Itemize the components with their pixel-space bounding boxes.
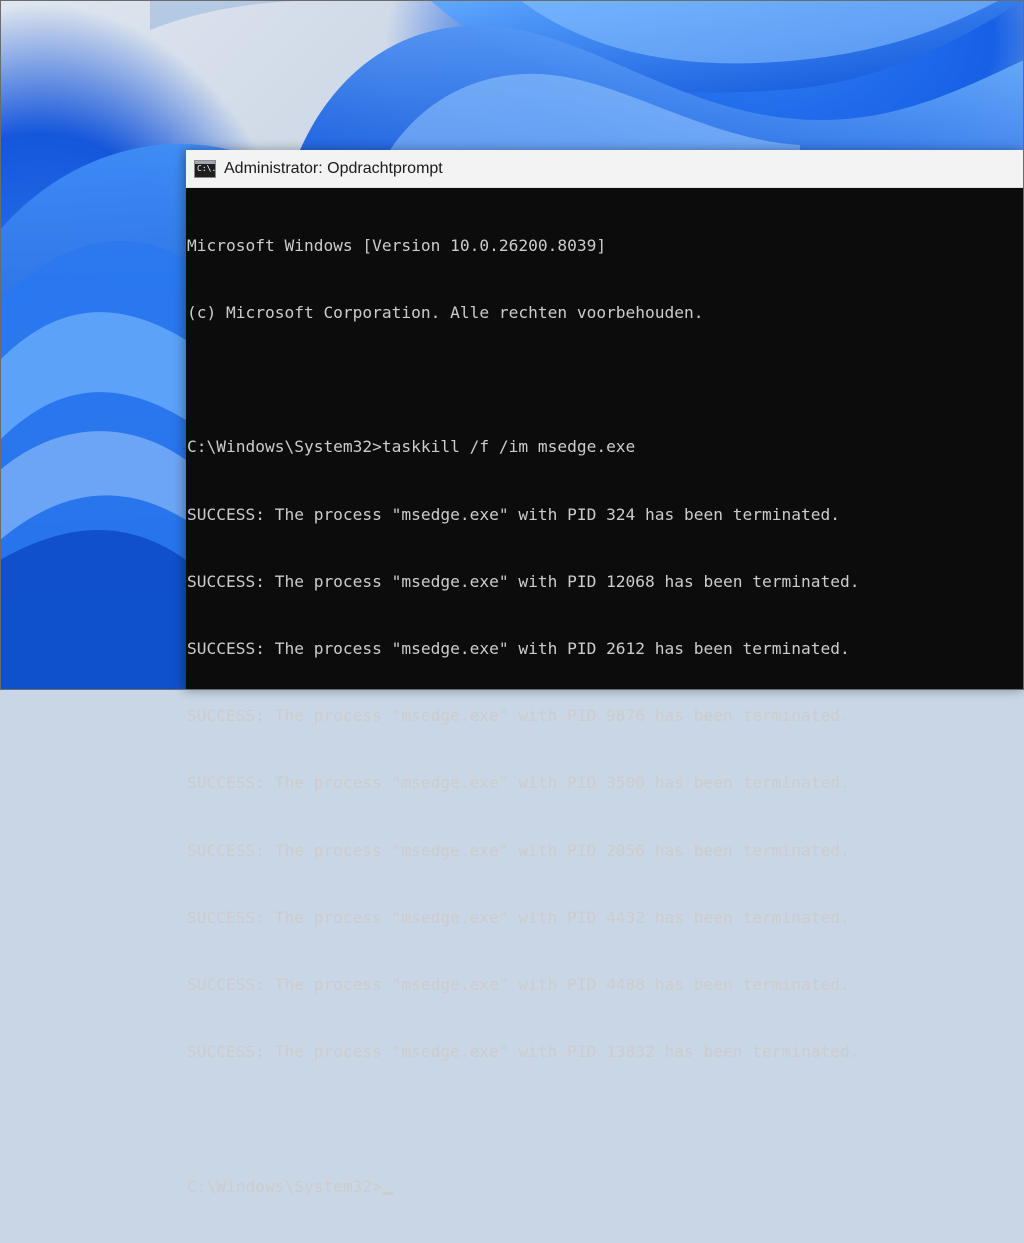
console-line-result: SUCCESS: The process "msedge.exe" with P…	[187, 773, 850, 793]
console-line-version: Microsoft Windows [Version 10.0.26200.80…	[187, 235, 607, 255]
console-line-result: SUCCESS: The process "msedge.exe" with P…	[187, 1042, 860, 1062]
window-title: Administrator: Opdrachtprompt	[224, 159, 443, 177]
console-line-result: SUCCESS: The process "msedge.exe" with P…	[187, 639, 850, 659]
console-prompt: C:\Windows\System32>	[187, 1176, 382, 1196]
console-line-copyright: (c) Microsoft Corporation. Alle rechten …	[187, 303, 704, 323]
console-line-result: SUCCESS: The process "msedge.exe" with P…	[187, 975, 850, 995]
console-line-command: C:\Windows\System32>taskkill /f /im msed…	[187, 437, 636, 457]
cmd-icon-label: C:\.	[197, 163, 217, 173]
console-line-result: SUCCESS: The process "msedge.exe" with P…	[187, 840, 850, 860]
window-titlebar[interactable]: C:\. Administrator: Opdrachtprompt	[186, 150, 1024, 188]
console-line-result: SUCCESS: The process "msedge.exe" with P…	[187, 706, 850, 726]
cmd-icon: C:\.	[194, 159, 217, 178]
console-output[interactable]: Microsoft Windows [Version 10.0.26200.80…	[186, 188, 1024, 1243]
console-line-result: SUCCESS: The process "msedge.exe" with P…	[187, 504, 840, 524]
command-prompt-window[interactable]: C:\. Administrator: Opdrachtprompt Micro…	[186, 150, 1024, 1196]
console-line-result: SUCCESS: The process "msedge.exe" with P…	[187, 571, 860, 591]
text-cursor	[382, 1191, 393, 1195]
console-line-result: SUCCESS: The process "msedge.exe" with P…	[187, 907, 850, 927]
console-input-line[interactable]: C:\Windows\System32>	[187, 1176, 1024, 1198]
